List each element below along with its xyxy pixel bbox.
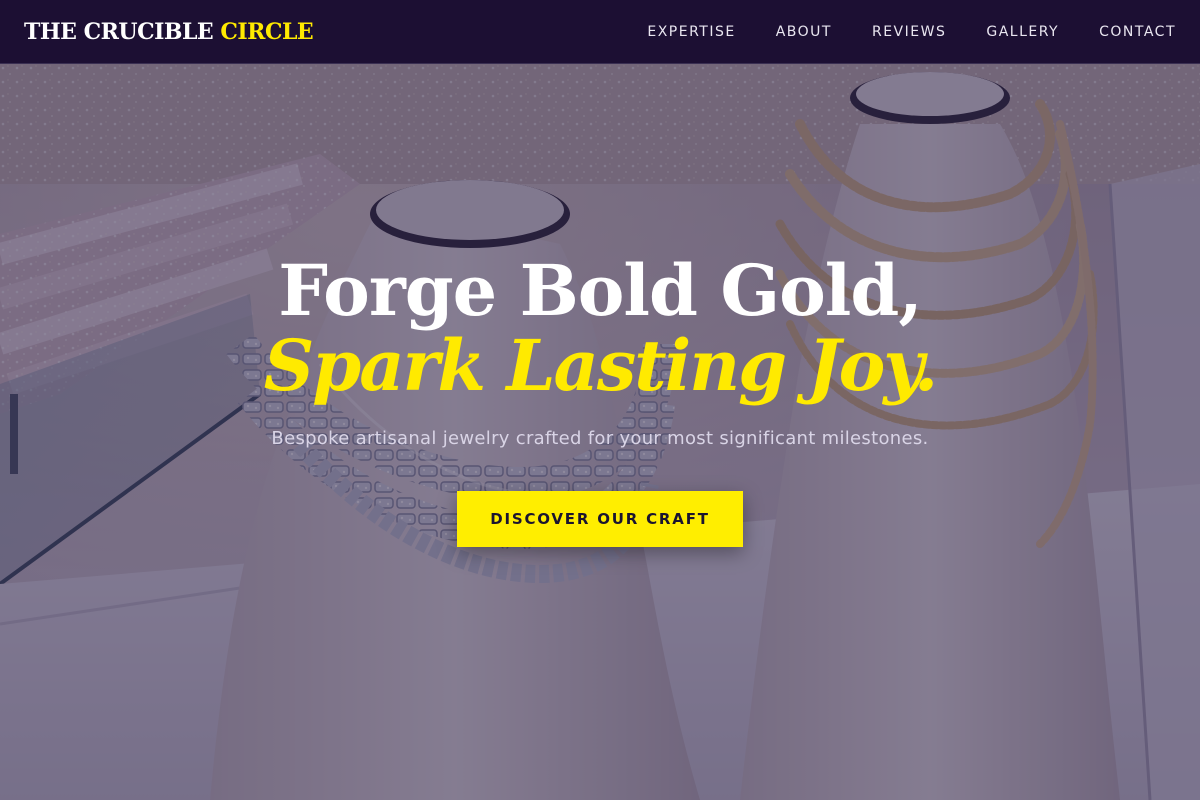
top-navigation: THE CRUCIBLE CIRCLE EXPERTISE ABOUT REVI… bbox=[0, 0, 1200, 64]
discover-craft-button[interactable]: DISCOVER OUR CRAFT bbox=[457, 491, 743, 547]
brand-name-main: THE CRUCIBLE bbox=[24, 18, 221, 45]
brand-logo[interactable]: THE CRUCIBLE CIRCLE bbox=[24, 18, 314, 45]
brand-name-accent: CIRCLE bbox=[220, 18, 314, 45]
nav-link-expertise[interactable]: EXPERTISE bbox=[647, 24, 735, 40]
hero-content: Forge Bold Gold, Spark Lasting Joy. Besp… bbox=[0, 64, 1200, 800]
hero-headline-line1: Forge Bold Gold, bbox=[278, 249, 922, 332]
nav-link-about[interactable]: ABOUT bbox=[776, 24, 832, 40]
nav-link-reviews[interactable]: REVIEWS bbox=[872, 24, 946, 40]
hero-subtitle: Bespoke artisanal jewelry crafted for yo… bbox=[271, 428, 929, 449]
hero-headline-line2: Spark Lasting Joy. bbox=[263, 324, 939, 407]
nav-link-contact[interactable]: CONTACT bbox=[1099, 24, 1176, 40]
nav-link-gallery[interactable]: GALLERY bbox=[986, 24, 1059, 40]
nav-menu: EXPERTISE ABOUT REVIEWS GALLERY CONTACT bbox=[647, 24, 1176, 40]
